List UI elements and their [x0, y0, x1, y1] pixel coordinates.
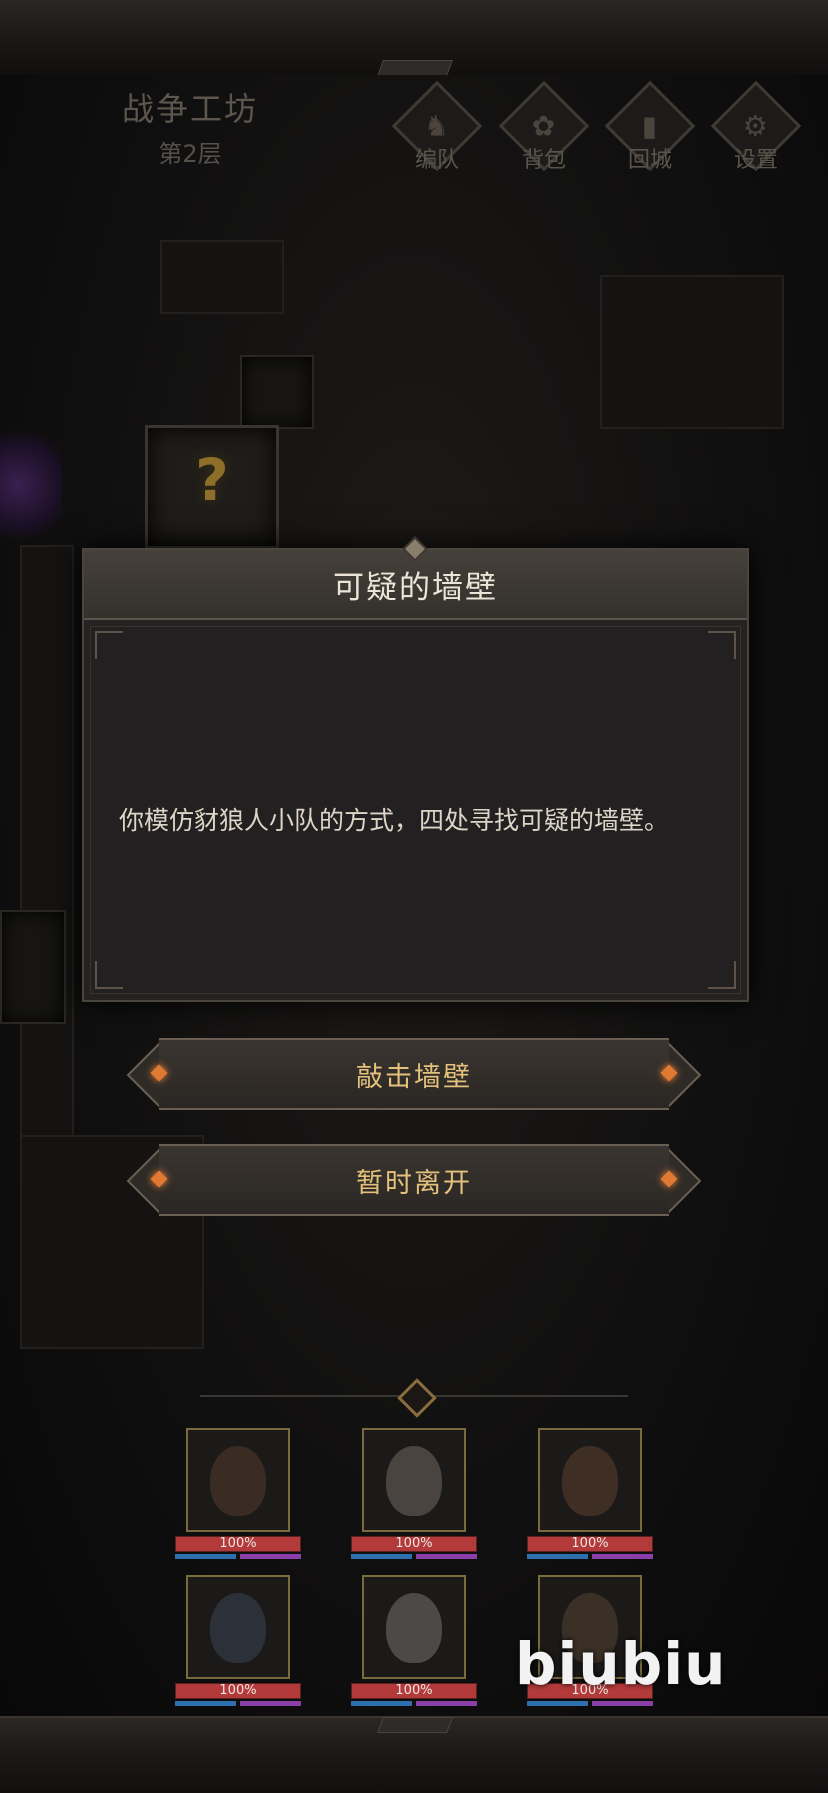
mystery-tile[interactable]: ?	[145, 425, 279, 549]
bag-label: 背包	[521, 148, 566, 173]
return-town-label: 回城	[627, 148, 672, 173]
mp-bar	[175, 1554, 236, 1559]
bag-button[interactable]: ✿ 背包	[498, 80, 590, 174]
watermark: biubiu	[515, 1630, 727, 1698]
map-corridor	[160, 240, 284, 314]
mp-bar	[527, 1701, 588, 1706]
hero-portrait	[362, 1575, 466, 1679]
map-corridor	[600, 275, 784, 429]
hero-slot[interactable]: 100%	[351, 1428, 477, 1559]
knock-wall-label: 敲击墙壁	[356, 1061, 472, 1093]
corner-ornament	[708, 631, 736, 659]
corner-ornament	[708, 961, 736, 989]
map-tile	[0, 910, 66, 1024]
button-bar: 暂时离开	[159, 1144, 669, 1216]
face-icon	[562, 1446, 618, 1516]
floor-level: 第2层	[158, 140, 222, 168]
dialog-body: 你模仿豺狼人小队的方式，四处寻找可疑的墙壁。	[90, 626, 741, 994]
hero-portrait	[186, 1575, 290, 1679]
dialog-title: 可疑的墙壁	[333, 569, 498, 606]
hero-hp-bar: 100%	[351, 1683, 477, 1699]
leave-button[interactable]: 暂时离开	[126, 1144, 702, 1217]
return-town-button[interactable]: ▮ 回城	[604, 80, 696, 174]
sp-bar	[416, 1554, 477, 1559]
hero-slot[interactable]: 100%	[527, 1428, 653, 1559]
hero-hp-bar: 100%	[351, 1536, 477, 1552]
sp-bar	[592, 1701, 653, 1706]
face-icon	[386, 1446, 442, 1516]
map-corridor	[20, 545, 74, 1149]
knock-wall-button[interactable]: 敲击墙壁	[126, 1038, 702, 1111]
hero-hp-bar: 100%	[175, 1536, 301, 1552]
hero-slot[interactable]: 100%	[351, 1575, 477, 1706]
hero-portrait	[538, 1428, 642, 1532]
button-bar: 敲击墙壁	[159, 1038, 669, 1110]
map-tile	[240, 355, 314, 429]
sp-bar	[416, 1701, 477, 1706]
enemy-marker[interactable]	[0, 430, 62, 540]
face-icon	[210, 1593, 266, 1663]
corner-ornament	[95, 631, 123, 659]
settings-button[interactable]: ⚙ 设置	[710, 80, 802, 174]
hero-slot[interactable]: 100%	[175, 1428, 301, 1559]
formation-button[interactable]: ♞ 编队	[391, 80, 483, 174]
sp-bar	[592, 1554, 653, 1559]
mp-bar	[351, 1554, 412, 1559]
top-frame	[0, 0, 828, 77]
sp-bar	[240, 1554, 301, 1559]
bottom-frame	[0, 1716, 828, 1793]
dialog-text: 你模仿豺狼人小队的方式，四处寻找可疑的墙壁。	[119, 806, 670, 835]
corner-ornament	[95, 961, 123, 989]
mp-bar	[175, 1701, 236, 1706]
mp-bar	[527, 1554, 588, 1559]
hero-hp-bar: 100%	[175, 1683, 301, 1699]
question-mark-icon: ?	[195, 446, 229, 514]
hero-slot[interactable]: 100%	[175, 1575, 301, 1706]
floor-title: 战争工坊 第2层	[80, 84, 300, 169]
settings-label: 设置	[733, 148, 778, 173]
hero-hp-bar: 100%	[527, 1536, 653, 1552]
hero-portrait	[186, 1428, 290, 1532]
mp-bar	[351, 1701, 412, 1706]
event-dialog: 可疑的墙壁 你模仿豺狼人小队的方式，四处寻找可疑的墙壁。	[82, 536, 749, 1002]
hero-portrait	[362, 1428, 466, 1532]
face-icon	[210, 1446, 266, 1516]
formation-label: 编队	[414, 148, 459, 173]
leave-label: 暂时离开	[356, 1167, 472, 1199]
face-icon	[386, 1593, 442, 1663]
area-name: 战争工坊	[121, 90, 258, 128]
sp-bar	[240, 1701, 301, 1706]
